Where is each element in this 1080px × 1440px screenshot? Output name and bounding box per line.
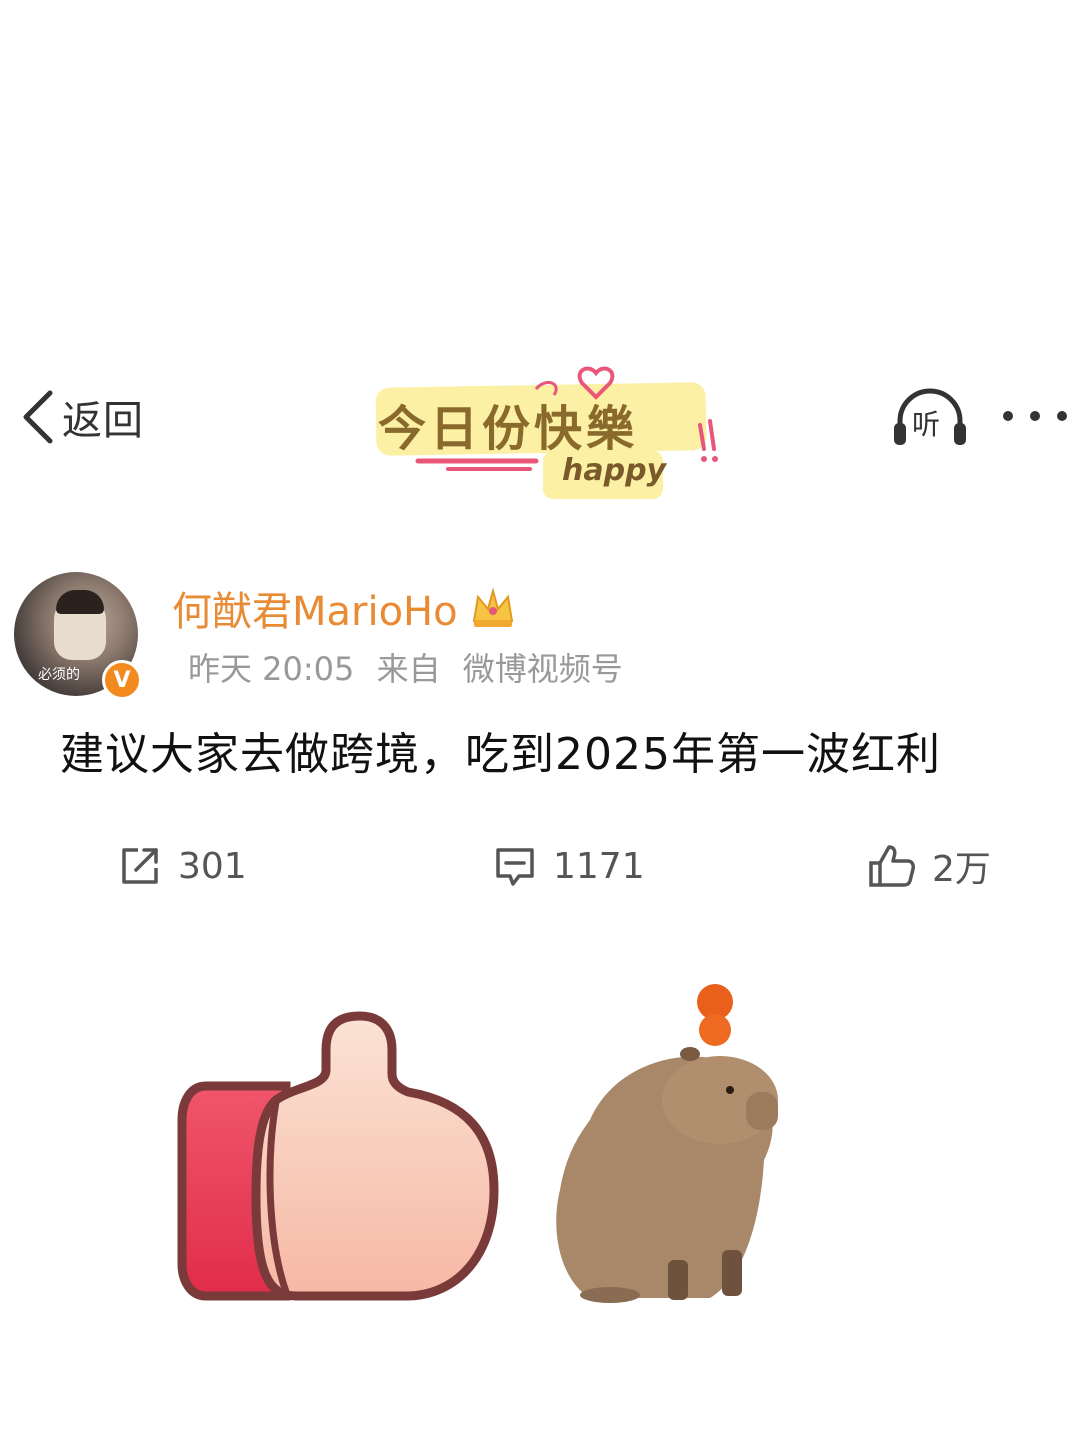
sticker-title: 今日份快樂 [378,401,639,457]
post-text: 建议大家去做跨境，吃到2025年第一波红利 [60,729,941,780]
thumbs-up-sticker [177,1011,499,1301]
comment-count: 1171 [553,845,645,887]
avatar-caption: 必须的 [38,667,80,683]
capybara-sticker [556,984,778,1303]
like-button[interactable]: 2万 [868,838,991,894]
listen-label: 听 [912,408,941,441]
avatar-hair [56,590,104,614]
repost-icon [122,848,158,884]
action-bar: 301 1171 2万 [0,838,1080,894]
listen-button[interactable]: 听 [892,385,968,449]
like-count: 2万 [932,849,991,890]
like-icon [869,845,915,887]
post-meta: 昨天 20:05 来自 微博视频号 [188,644,635,690]
repost-button[interactable]: 301 [118,838,247,894]
repost-count: 301 [178,845,247,887]
more-button[interactable] [1000,401,1070,431]
chevron-left-icon [23,390,53,444]
weibo-post-screen: 返回 今日份快樂 happy 听 必须的 V 何猷君MarioHo 昨天 20:… [0,0,1080,1440]
comment-button[interactable]: 1171 [493,838,645,894]
more-icon [1003,411,1067,421]
verified-badge-icon: V [102,660,142,700]
back-label: 返回 [62,398,144,444]
username[interactable]: 何猷君MarioHo [172,579,458,637]
crown-icon [472,587,513,627]
username-row[interactable]: 何猷君MarioHo [172,579,516,637]
sticker-subtitle: happy [562,453,667,488]
comment-icon [496,848,534,886]
happy-sticker: 今日份快樂 happy [368,365,728,505]
post-time: 昨天 20:05 [188,650,355,688]
back-button[interactable]: 返回 [18,387,144,447]
post-source[interactable]: 微博视频号 [463,650,623,688]
source-prefix: 来自 [376,650,441,688]
top-nav: 返回 今日份快樂 happy 听 [0,365,1080,499]
